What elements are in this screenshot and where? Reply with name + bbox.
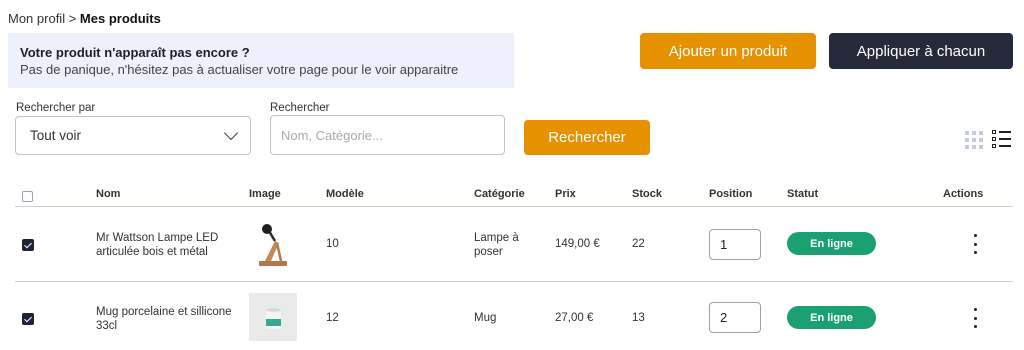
search-input[interactable]	[270, 115, 505, 155]
mug-image	[249, 293, 297, 341]
row-checkbox[interactable]	[22, 239, 34, 251]
column-header-status: Statut	[787, 188, 819, 200]
table-row: Mr Wattson Lampe LED articulée bois et m…	[15, 208, 1013, 282]
breadcrumb-current: Mes produits	[79, 11, 161, 26]
column-header-actions: Actions	[943, 188, 984, 200]
search-button[interactable]: Rechercher	[524, 120, 650, 155]
column-header-position: Position	[709, 188, 753, 200]
column-header-model: Modèle	[326, 188, 364, 200]
table-row: Mug porcelaine et sillicone 33cl 12 Mug …	[15, 282, 1013, 350]
product-stock: 13	[632, 312, 645, 324]
search-by-label: Rechercher par	[16, 102, 96, 114]
search-by-select[interactable]: Tout voir	[15, 116, 251, 155]
table-header: Nom Image Modèle Catégorie Prix Stock Po…	[15, 183, 1013, 207]
product-model: 12	[326, 312, 339, 324]
column-header-name: Nom	[96, 188, 121, 200]
column-header-price: Prix	[555, 188, 576, 200]
product-price: 27,00 €	[555, 312, 594, 324]
row-checkbox[interactable]	[22, 313, 34, 325]
breadcrumb-parent[interactable]: Mon profil	[8, 11, 65, 26]
chevron-down-icon	[223, 125, 239, 141]
position-input[interactable]	[709, 302, 761, 333]
column-header-category: Catégorie	[474, 188, 525, 200]
search-label: Rechercher	[270, 102, 330, 114]
product-category: Lampe à poser	[474, 232, 519, 258]
list-view-icon[interactable]	[992, 130, 1012, 149]
position-input[interactable]	[709, 229, 761, 260]
notice-title: Votre produit n'apparaît pas encore ?	[20, 45, 250, 60]
more-vertical-icon[interactable]	[967, 234, 983, 254]
column-header-stock: Stock	[632, 188, 662, 200]
grid-view-icon[interactable]	[965, 131, 983, 149]
breadcrumb: Mon profil > Mes produits	[8, 11, 161, 26]
add-product-button[interactable]: Ajouter un produit	[640, 33, 816, 69]
info-notice: Votre produit n'apparaît pas encore ? Pa…	[8, 33, 514, 88]
status-badge: En ligne	[787, 232, 876, 255]
product-name: Mr Wattson Lampe LED articulée bois et m…	[96, 232, 219, 258]
status-badge: En ligne	[787, 306, 876, 329]
select-all-checkbox[interactable]	[22, 191, 33, 202]
product-name: Mug porcelaine et sillicone 33cl	[96, 306, 232, 332]
breadcrumb-separator: >	[68, 11, 77, 26]
product-model: 10	[326, 238, 339, 250]
notice-text: Pas de panique, n'hésitez pas à actualis…	[20, 62, 459, 77]
product-category: Mug	[474, 312, 497, 324]
product-price: 149,00 €	[555, 238, 600, 250]
lamp-image	[249, 219, 297, 271]
more-vertical-icon[interactable]	[967, 308, 983, 328]
product-stock: 22	[632, 238, 645, 250]
column-header-image: Image	[249, 188, 281, 200]
apply-all-button[interactable]: Appliquer à chacun	[829, 33, 1013, 69]
search-by-value: Tout voir	[30, 128, 82, 143]
